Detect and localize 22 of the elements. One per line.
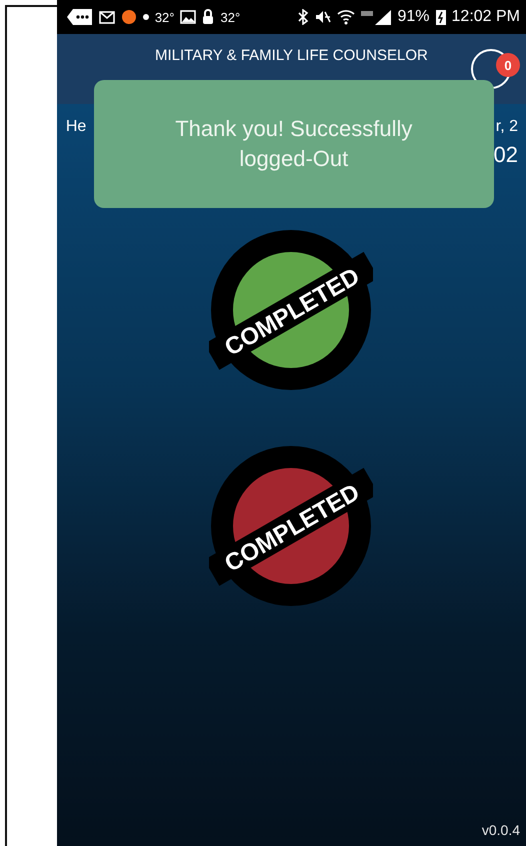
battery-percent: 91%: [397, 8, 430, 26]
dot-icon: [142, 14, 149, 20]
image-icon: [180, 10, 196, 24]
notification-badge: 0: [496, 53, 520, 77]
wifi-icon: [337, 9, 356, 25]
time-text: 02: [494, 142, 518, 168]
mute-icon: [315, 9, 332, 25]
app-title: MILITARY & FAMILY LIFE COUNSELOR: [154, 47, 428, 66]
sun-icon: [120, 9, 137, 25]
bluetooth-icon: [297, 9, 310, 25]
mail-icon: [98, 10, 115, 24]
battery-icon: [436, 9, 446, 25]
date-text: r, 2: [496, 118, 518, 136]
temperature-text: 32°: [154, 10, 174, 24]
signal-icon: [361, 9, 392, 25]
version-text: v0.0.4: [482, 822, 521, 840]
toast-message: Thank you! Successfully logged-Out: [94, 80, 494, 208]
more-icon: [66, 8, 93, 26]
greeting-text: He: [66, 118, 86, 137]
clock-time: 12:02 PM: [452, 8, 520, 26]
temperature-text: 32°: [220, 10, 240, 24]
lock-icon: [202, 9, 214, 25]
